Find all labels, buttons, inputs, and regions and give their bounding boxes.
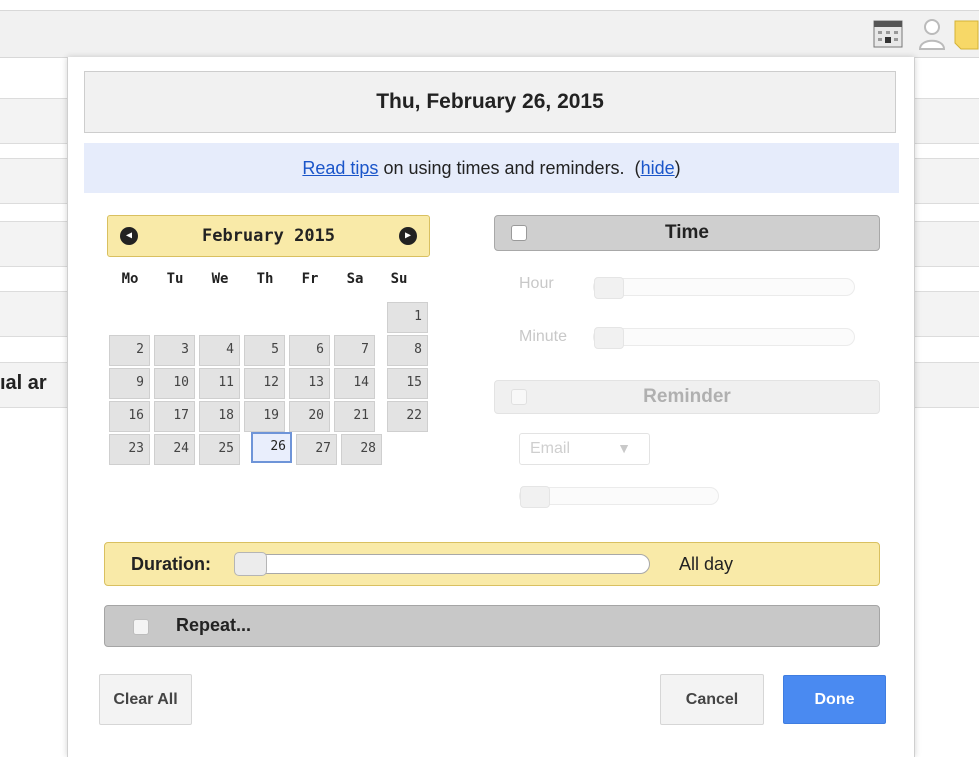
calendar-day[interactable]: 7	[334, 335, 375, 366]
event-dialog: Thu, February 26, 2015 Read tips on usin…	[67, 57, 915, 757]
reminder-method-select[interactable]: Email ▼	[519, 433, 650, 465]
minute-slider[interactable]	[593, 327, 855, 349]
calendar-day[interactable]: 12	[244, 368, 285, 399]
hour-label: Hour	[519, 275, 554, 292]
repeat-label: Repeat...	[176, 615, 252, 635]
calendar-day[interactable]: 23	[109, 434, 150, 465]
calendar-day[interactable]: 8	[387, 335, 428, 366]
calendar-day[interactable]: 11	[199, 368, 240, 399]
calendar-day[interactable]: 18	[199, 401, 240, 432]
weekday-label: Mo	[121, 271, 139, 287]
calendar-day[interactable]: 15	[387, 368, 428, 399]
repeat-toggle-bar[interactable]: Repeat...	[104, 605, 880, 647]
duration-slider-knob[interactable]	[234, 552, 267, 576]
duration-value: All day	[679, 554, 734, 574]
calendar-day[interactable]: 17	[154, 401, 195, 432]
calendar-month-header: ◀ February 2015 ▶	[107, 215, 430, 257]
calendar-day[interactable]: 25	[199, 434, 240, 465]
weekday-label: Su	[390, 271, 408, 287]
chevron-right-icon[interactable]: ▶	[399, 227, 417, 245]
calendar-day[interactable]: 6	[289, 335, 330, 366]
chevron-left-icon[interactable]: ◀	[120, 227, 138, 245]
reminder-toggle-bar[interactable]: Reminder	[494, 380, 880, 414]
calendar-day[interactable]: 28	[341, 434, 382, 465]
calendar-day[interactable]: 5	[244, 335, 285, 366]
minute-label: Minute	[519, 328, 568, 345]
calendar-day[interactable]: 1	[387, 302, 428, 333]
dialog-title: Thu, February 26, 2015	[84, 71, 896, 133]
tips-close-paren: )	[674, 157, 681, 178]
calendar-day[interactable]: 22	[387, 401, 428, 432]
calendar-day[interactable]: 21	[334, 401, 375, 432]
calendar-day[interactable]: 16	[109, 401, 150, 432]
dropdown-arrow-icon: ▼	[617, 440, 631, 456]
tips-text: on using times and reminders. (	[378, 157, 641, 178]
reminder-checkbox[interactable]	[511, 389, 527, 405]
weekday-label: Tu	[166, 271, 184, 287]
hour-slider[interactable]	[593, 277, 855, 299]
calendar-day[interactable]: 20	[289, 401, 330, 432]
reminder-label: Reminder	[643, 386, 731, 407]
calendar-month-label: February 2015	[201, 226, 336, 246]
calendar-day[interactable]: 10	[154, 368, 195, 399]
background-partial-text: ıal ar	[0, 372, 47, 394]
weekday-label: Fr	[301, 271, 319, 287]
note-icon[interactable]	[954, 20, 979, 50]
time-checkbox[interactable]	[511, 225, 527, 241]
calendar-day[interactable]: 2	[109, 335, 150, 366]
duration-slider-track[interactable]	[234, 554, 650, 574]
calendar-day[interactable]: 19	[244, 401, 285, 432]
duration-bar: Duration: All day	[104, 542, 880, 586]
minute-slider-knob[interactable]	[594, 327, 624, 349]
reminder-slider-knob[interactable]	[520, 486, 550, 508]
read-tips-link[interactable]: Read tips	[302, 158, 378, 179]
hide-tips-link[interactable]: hide	[641, 158, 675, 179]
time-label: Time	[664, 222, 709, 243]
calendar-day[interactable]: 9	[109, 368, 150, 399]
repeat-checkbox[interactable]	[133, 619, 149, 635]
user-icon[interactable]	[918, 18, 946, 50]
calendar-day[interactable]: 4	[199, 335, 240, 366]
clear-all-button[interactable]: Clear All	[99, 674, 192, 725]
cancel-button[interactable]: Cancel	[660, 674, 764, 725]
app-topbar	[0, 10, 979, 58]
calendar-day-selected[interactable]: 26	[251, 432, 292, 463]
reminder-time-slider[interactable]	[519, 486, 719, 508]
hour-slider-knob[interactable]	[594, 277, 624, 299]
weekday-label: Th	[256, 271, 274, 287]
calendar-day[interactable]: 27	[296, 434, 337, 465]
calendar-day[interactable]: 14	[334, 368, 375, 399]
time-toggle-bar[interactable]: Time	[494, 215, 880, 251]
calendar-day[interactable]: 3	[154, 335, 195, 366]
weekday-label: Sa	[346, 271, 364, 287]
duration-label: Duration:	[131, 554, 211, 574]
calendar-day[interactable]: 13	[289, 368, 330, 399]
tips-bar: Read tips on using times and reminders. …	[84, 143, 899, 193]
calendar-icon[interactable]	[873, 18, 903, 48]
weekday-label: We	[211, 271, 229, 287]
done-button[interactable]: Done	[783, 675, 886, 724]
reminder-method-value: Email	[530, 440, 571, 457]
calendar-day[interactable]: 24	[154, 434, 195, 465]
